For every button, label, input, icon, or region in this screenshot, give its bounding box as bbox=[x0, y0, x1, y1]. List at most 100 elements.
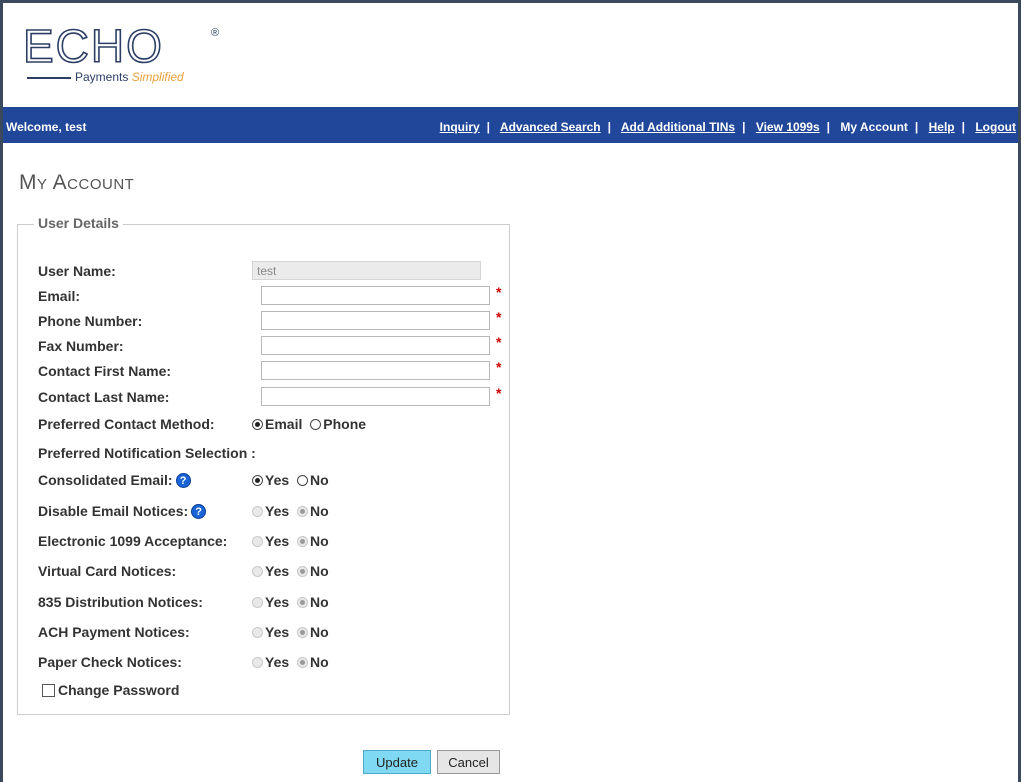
notification-heading-row: Preferred Notification Selection : bbox=[38, 443, 498, 463]
disable-notices-no-radio bbox=[297, 506, 309, 517]
nav-links: Inquiry | Advanced Search | Add Additional… bbox=[440, 120, 1016, 134]
nav-link-help[interactable]: Help bbox=[929, 120, 955, 134]
paper-check-label: Paper Check Notices: bbox=[38, 654, 182, 670]
yes-label: Yes bbox=[265, 654, 290, 670]
consolidated-yes-radio[interactable] bbox=[252, 475, 263, 486]
ach-no-radio bbox=[297, 627, 309, 638]
contact-phone-label: Phone bbox=[323, 416, 367, 432]
contact-email-label: Email bbox=[265, 416, 303, 432]
first-name-field[interactable] bbox=[261, 361, 490, 380]
logo-rule bbox=[27, 77, 71, 79]
last-name-field[interactable] bbox=[261, 387, 490, 406]
phone-row: Phone Number: * bbox=[38, 309, 502, 331]
electronic-1099-no-radio bbox=[297, 536, 309, 547]
nav-separator: | bbox=[607, 120, 611, 134]
no-label: No bbox=[310, 624, 329, 640]
no-label: No bbox=[310, 654, 329, 670]
disable-notices-label: Disable Email Notices:? bbox=[38, 503, 207, 519]
consolidated-email-label: Consolidated Email:? bbox=[38, 472, 191, 488]
user-name-row: User Name: bbox=[38, 261, 498, 281]
paper-check-yes-radio bbox=[252, 657, 263, 668]
yes-label: Yes bbox=[265, 503, 290, 519]
paper-check-row: Paper Check Notices: Yes No bbox=[38, 652, 498, 672]
welcome-text: Welcome, test bbox=[6, 120, 87, 134]
virtual-card-label: Virtual Card Notices: bbox=[38, 563, 177, 579]
no-label: No bbox=[310, 533, 329, 549]
ach-yes-radio bbox=[252, 627, 263, 638]
page-title: My Account bbox=[19, 171, 135, 194]
no-label: No bbox=[310, 563, 329, 579]
virtual-card-no-radio bbox=[297, 566, 309, 577]
change-password-row: Change Password bbox=[42, 680, 502, 700]
nav-separator: | bbox=[914, 120, 919, 134]
nav-separator: | bbox=[826, 120, 831, 134]
email-label: Email: bbox=[38, 288, 81, 304]
contact-email-radio[interactable] bbox=[252, 419, 263, 430]
first-name-label: Contact First Name: bbox=[38, 363, 172, 379]
nav-link-advanced-search[interactable]: Advanced Search bbox=[500, 120, 601, 134]
logo-registered-mark: ® bbox=[211, 27, 220, 39]
electronic-1099-yes-radio bbox=[252, 536, 263, 547]
paper-check-radios: Yes No bbox=[252, 654, 329, 670]
consolidated-email-text: Consolidated Email: bbox=[38, 472, 173, 488]
nav-link-logout[interactable]: Logout bbox=[975, 120, 1016, 134]
cancel-button[interactable]: Cancel bbox=[437, 750, 500, 774]
consolidated-email-row: Consolidated Email:? Yes No bbox=[38, 470, 498, 490]
fax-row: Fax Number: * bbox=[38, 334, 502, 356]
ach-label: ACH Payment Notices: bbox=[38, 624, 190, 640]
fax-field[interactable] bbox=[261, 336, 490, 355]
no-label: No bbox=[310, 503, 329, 519]
help-icon[interactable]: ? bbox=[175, 473, 191, 488]
nav-link-view-1099s[interactable]: View 1099s bbox=[756, 120, 820, 134]
nav-link-my-account[interactable]: My Account bbox=[840, 120, 908, 134]
consolidated-email-radios: Yes No bbox=[252, 472, 329, 488]
phone-label: Phone Number: bbox=[38, 313, 143, 329]
required-marker: * bbox=[496, 309, 502, 325]
email-row: Email: * bbox=[38, 284, 501, 306]
logo-tagline: Payments Simplified bbox=[75, 70, 184, 84]
contact-phone-radio[interactable] bbox=[310, 419, 322, 430]
nav-link-inquiry[interactable]: Inquiry bbox=[440, 120, 480, 134]
dist-835-radios: Yes No bbox=[252, 594, 329, 610]
first-name-row: Contact First Name: * bbox=[38, 359, 502, 381]
nav-separator: | bbox=[486, 120, 491, 134]
change-password-checkbox[interactable] bbox=[42, 684, 55, 697]
phone-field[interactable] bbox=[261, 311, 490, 330]
disable-notices-radios: Yes No bbox=[252, 503, 329, 519]
required-marker: * bbox=[496, 334, 502, 350]
required-marker: * bbox=[496, 385, 502, 401]
user-details-fieldset: User Details User Name: Email: * Phone N… bbox=[17, 215, 510, 715]
disable-notices-text: Disable Email Notices: bbox=[38, 503, 189, 519]
update-button[interactable]: Update bbox=[363, 750, 431, 774]
disable-notices-yes-radio bbox=[252, 506, 263, 517]
user-details-legend: User Details bbox=[34, 215, 123, 231]
last-name-row: Contact Last Name: * bbox=[38, 385, 502, 407]
email-field[interactable] bbox=[261, 286, 490, 305]
required-marker: * bbox=[496, 359, 502, 375]
nav-separator: | bbox=[742, 120, 746, 134]
yes-label: Yes bbox=[265, 624, 290, 640]
contact-method-row: Preferred Contact Method: Email Phone bbox=[38, 414, 498, 434]
virtual-card-row: Virtual Card Notices: Yes No bbox=[38, 561, 498, 581]
ach-row: ACH Payment Notices: Yes No bbox=[38, 622, 498, 642]
dist-835-yes-radio bbox=[252, 597, 263, 608]
nav-link-add-additional-tins[interactable]: Add Additional TINs bbox=[621, 120, 735, 134]
page-frame: ECHO ® Payments Simplified Welcome, test… bbox=[3, 3, 1018, 782]
help-icon[interactable]: ? bbox=[191, 504, 207, 519]
dist-835-row: 835 Distribution Notices: Yes No bbox=[38, 592, 498, 612]
nav-separator: | bbox=[961, 120, 965, 134]
logo-brand: ECHO bbox=[22, 20, 164, 72]
fax-label: Fax Number: bbox=[38, 338, 124, 354]
yes-label: Yes bbox=[265, 594, 290, 610]
ach-radios: Yes No bbox=[252, 624, 329, 640]
change-password-text: Change Password bbox=[58, 682, 180, 698]
contact-method-radios: Email Phone bbox=[252, 416, 366, 432]
disable-notices-row: Disable Email Notices:? Yes No bbox=[38, 501, 498, 521]
paper-check-no-radio bbox=[297, 657, 309, 668]
dist-835-no-radio bbox=[297, 597, 309, 608]
consolidated-no-radio[interactable] bbox=[297, 475, 309, 486]
electronic-1099-radios: Yes No bbox=[252, 533, 329, 549]
dist-835-label: 835 Distribution Notices: bbox=[38, 594, 203, 610]
electronic-1099-row: Electronic 1099 Acceptance: Yes No bbox=[38, 531, 498, 551]
electronic-1099-label: Electronic 1099 Acceptance: bbox=[38, 533, 228, 549]
